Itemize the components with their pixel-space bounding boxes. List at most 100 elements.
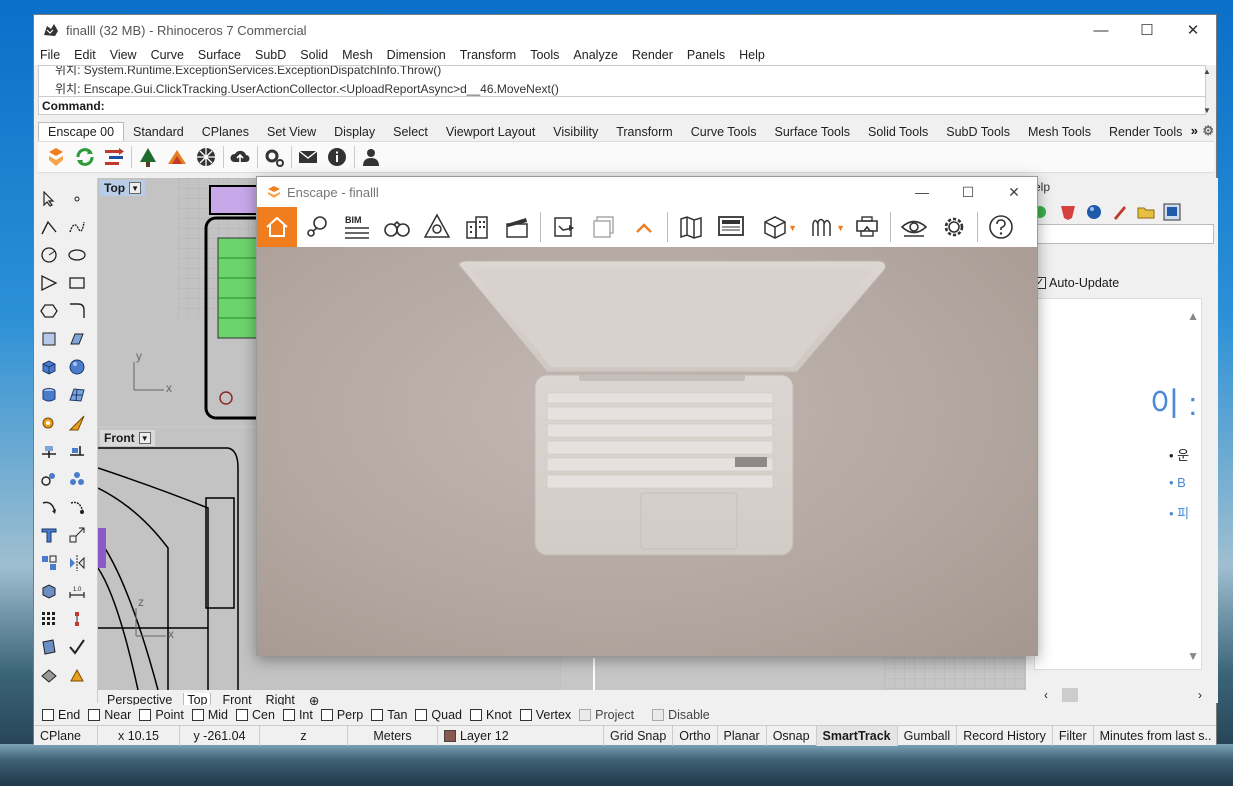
tab-enscape[interactable]: Enscape 00 <box>38 122 125 141</box>
enscape-maximize-button[interactable]: ☐ <box>945 177 991 207</box>
menu-edit[interactable]: Edit <box>74 48 96 62</box>
status-smarttrack[interactable]: SmartTrack <box>816 725 898 746</box>
tab-surface-tools[interactable]: Surface Tools <box>766 122 860 141</box>
front-viewport-label[interactable]: Front ▼ <box>100 430 155 446</box>
circle-icon[interactable] <box>38 244 60 266</box>
explode-icon[interactable] <box>66 468 88 490</box>
sync-views-icon[interactable] <box>102 145 126 169</box>
cylinder-icon[interactable] <box>38 384 60 406</box>
osnap-point[interactable]: Point <box>139 708 184 722</box>
boolean-icon[interactable] <box>66 412 88 434</box>
refresh-icon[interactable] <box>73 145 97 169</box>
status-ortho[interactable]: Ortho <box>673 725 718 746</box>
dropdown-caret-icon[interactable]: ▼ <box>788 223 797 233</box>
tab-viewport-layout[interactable]: Viewport Layout <box>437 122 544 141</box>
osnap-near[interactable]: Near <box>88 708 131 722</box>
osnap-mid[interactable]: Mid <box>191 708 228 722</box>
more-tools-button[interactable] <box>624 207 664 247</box>
status-osnap[interactable]: Osnap <box>767 725 817 746</box>
rotate3d-icon[interactable] <box>66 496 88 518</box>
visual-settings-button[interactable] <box>894 207 934 247</box>
menu-tools[interactable]: Tools <box>530 48 559 62</box>
scroll-left-icon[interactable]: ‹ <box>1044 688 1048 702</box>
grid-points-icon[interactable] <box>38 608 60 630</box>
tab-cplanes[interactable]: CPlanes <box>193 122 258 141</box>
osnap-int[interactable]: Int <box>282 708 313 722</box>
select-arrow-icon[interactable] <box>38 188 60 210</box>
tab-render-tools[interactable]: Render Tools <box>1100 122 1191 141</box>
layer-icon[interactable] <box>38 636 60 658</box>
text-icon[interactable] <box>38 524 60 546</box>
extrude-surface-icon[interactable] <box>66 328 88 350</box>
menu-help[interactable]: Help <box>739 48 765 62</box>
viewport-menu-caret-icon[interactable]: ▼ <box>129 182 142 194</box>
enscape-titlebar[interactable]: Enscape - finalll — ☐ ✕ <box>257 177 1037 207</box>
osnap-disable[interactable]: Disable <box>652 708 710 722</box>
sun-mode-button[interactable] <box>417 207 457 247</box>
settings-icon[interactable] <box>262 145 286 169</box>
enscape-minimize-button[interactable]: — <box>899 177 945 207</box>
polygon-icon[interactable] <box>38 300 60 322</box>
checkmark-icon[interactable] <box>66 636 88 658</box>
menu-solid[interactable]: Solid <box>300 48 328 62</box>
sphere-icon[interactable] <box>66 356 88 378</box>
vr-button[interactable] <box>847 207 887 247</box>
menu-render[interactable]: Render <box>632 48 673 62</box>
point-icon[interactable] <box>66 188 88 210</box>
control-points-icon[interactable] <box>66 608 88 630</box>
help-button[interactable] <box>981 207 1021 247</box>
feedback-mail-icon[interactable] <box>296 145 320 169</box>
screenshot-button[interactable] <box>544 207 584 247</box>
info-icon[interactable] <box>325 145 349 169</box>
binoculars-button[interactable] <box>377 207 417 247</box>
tab-select[interactable]: Select <box>384 122 437 141</box>
rhino-titlebar[interactable]: finalll (32 MB) - Rhinoceros 7 Commercia… <box>34 15 1216 45</box>
arc-icon[interactable] <box>38 272 60 294</box>
viewport-menu-caret-icon[interactable]: ▼ <box>138 432 151 444</box>
help-bullet[interactable]: • 피 <box>1169 503 1189 522</box>
polyline-icon[interactable] <box>38 216 60 238</box>
account-icon[interactable] <box>359 145 383 169</box>
shield-icon[interactable] <box>1058 202 1078 222</box>
dropdown-caret-icon[interactable]: ▼ <box>836 223 845 233</box>
array-icon[interactable] <box>38 552 60 574</box>
status-grid-snap[interactable]: Grid Snap <box>604 725 674 746</box>
status-gumball[interactable]: Gumball <box>898 725 958 746</box>
brush-icon[interactable] <box>1110 202 1130 222</box>
osnap-vertex[interactable]: Vertex <box>519 708 571 722</box>
display-icon[interactable] <box>1162 202 1182 222</box>
scroll-up-icon[interactable]: ▲ <box>1203 67 1211 76</box>
scroll-down-icon[interactable]: ▼ <box>1203 106 1211 115</box>
fillet-curve-icon[interactable] <box>66 300 88 322</box>
render-icon[interactable] <box>38 664 60 686</box>
curve-icon[interactable] <box>66 216 88 238</box>
folder-icon[interactable] <box>1136 202 1156 222</box>
surface-corner-icon[interactable] <box>38 328 60 350</box>
tab-curve-tools[interactable]: Curve Tools <box>682 122 766 141</box>
osnap-tan[interactable]: Tan <box>371 708 407 722</box>
general-settings-button[interactable] <box>934 207 974 247</box>
asset-button[interactable]: ▼ <box>751 207 799 247</box>
scroll-down-icon[interactable]: ▼ <box>1187 649 1199 663</box>
osnap-project[interactable]: Project <box>579 708 634 722</box>
scale-icon[interactable] <box>66 524 88 546</box>
tab-mesh-tools[interactable]: Mesh Tools <box>1019 122 1100 141</box>
panel-hscrollbar[interactable]: ‹ › <box>1034 686 1212 704</box>
gear-icon[interactable]: ⚙ <box>1202 123 1214 139</box>
tab-solid-tools[interactable]: Solid Tools <box>859 122 937 141</box>
osnap-end[interactable]: End <box>42 708 80 722</box>
osnap-cen[interactable]: Cen <box>236 708 275 722</box>
maximize-button[interactable]: ☐ <box>1124 15 1170 45</box>
dimension-icon[interactable]: 1.0 <box>66 580 88 602</box>
material-editor-button[interactable]: ▼ <box>799 207 847 247</box>
map-button[interactable] <box>671 207 711 247</box>
panel-search-input[interactable] <box>1034 224 1214 244</box>
enscape-close-button[interactable]: ✕ <box>991 177 1037 207</box>
paint-icon[interactable] <box>66 664 88 686</box>
command-prompt[interactable]: Command: <box>38 96 1206 115</box>
osnap-quad[interactable]: Quad <box>415 708 462 722</box>
status-units[interactable]: Meters <box>348 725 438 746</box>
trim-icon[interactable] <box>66 440 88 462</box>
blue-sphere-icon[interactable] <box>1084 202 1104 222</box>
buildings-button[interactable] <box>457 207 497 247</box>
